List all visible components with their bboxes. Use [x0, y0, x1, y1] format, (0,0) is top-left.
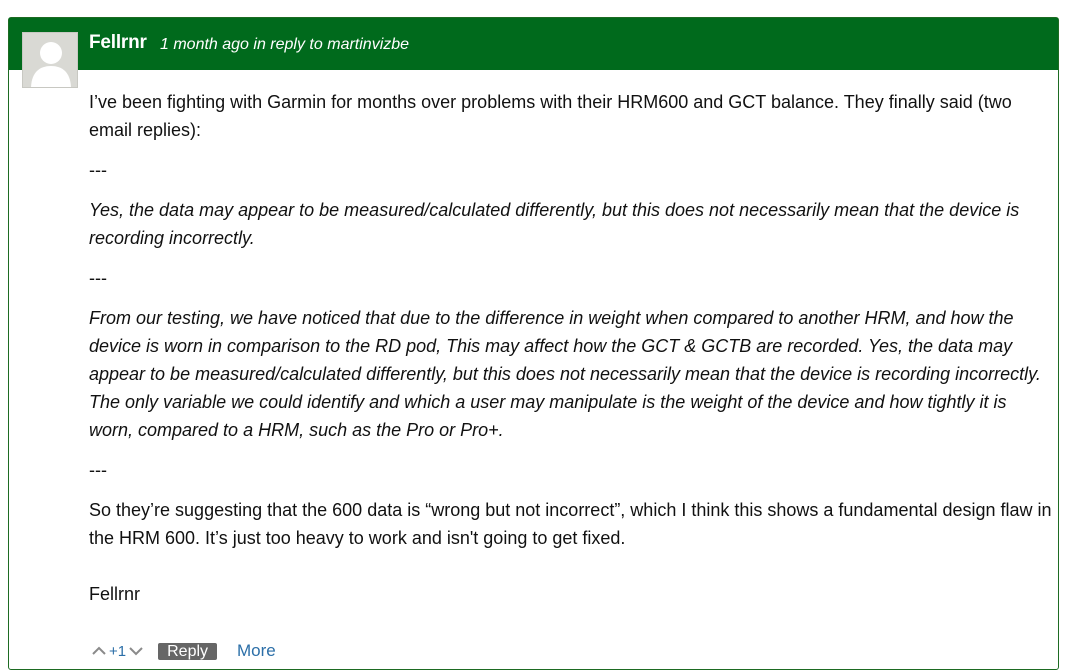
- comment-signature: Fellrnr: [89, 584, 141, 604]
- comment-header: Fellrnr 1 month ago in reply to martinvi…: [9, 18, 1058, 70]
- more-link[interactable]: More: [237, 641, 276, 661]
- reply-prefix: in reply to: [253, 36, 323, 53]
- vote-down-icon[interactable]: [128, 643, 144, 659]
- comment-quote: From our testing, we have noticed that d…: [89, 304, 1054, 444]
- comment-body: I’ve been fighting with Garmin for month…: [89, 88, 1054, 608]
- comment-quote-text: Yes, the data may appear to be measured/…: [89, 200, 1020, 248]
- comment-quote: Yes, the data may appear to be measured/…: [89, 196, 1054, 252]
- user-silhouette-icon: [23, 33, 77, 87]
- reply-button[interactable]: Reply: [158, 642, 218, 660]
- reply-to-user[interactable]: martinvizbe: [327, 36, 409, 53]
- avatar[interactable]: [22, 32, 78, 88]
- comment-time[interactable]: 1 month ago: [160, 36, 249, 53]
- comment-quote-text: From our testing, we have noticed that d…: [89, 308, 1041, 440]
- comment-card: Fellrnr 1 month ago in reply to martinvi…: [8, 17, 1059, 670]
- comment-meta: 1 month ago in reply to martinvizbe: [160, 36, 409, 54]
- comment-separator: ---: [89, 460, 107, 480]
- comment-separator: ---: [89, 160, 107, 180]
- vote-score: +1: [109, 642, 127, 660]
- comment-separator: ---: [89, 268, 107, 288]
- comment-paragraph: So they’re suggesting that the 600 data …: [89, 500, 1052, 548]
- comment-author[interactable]: Fellrnr: [89, 32, 147, 54]
- vote-up-icon[interactable]: [91, 643, 107, 659]
- comment-footer: +1 Reply More: [91, 640, 276, 662]
- comment-paragraph: I’ve been fighting with Garmin for month…: [89, 92, 1012, 140]
